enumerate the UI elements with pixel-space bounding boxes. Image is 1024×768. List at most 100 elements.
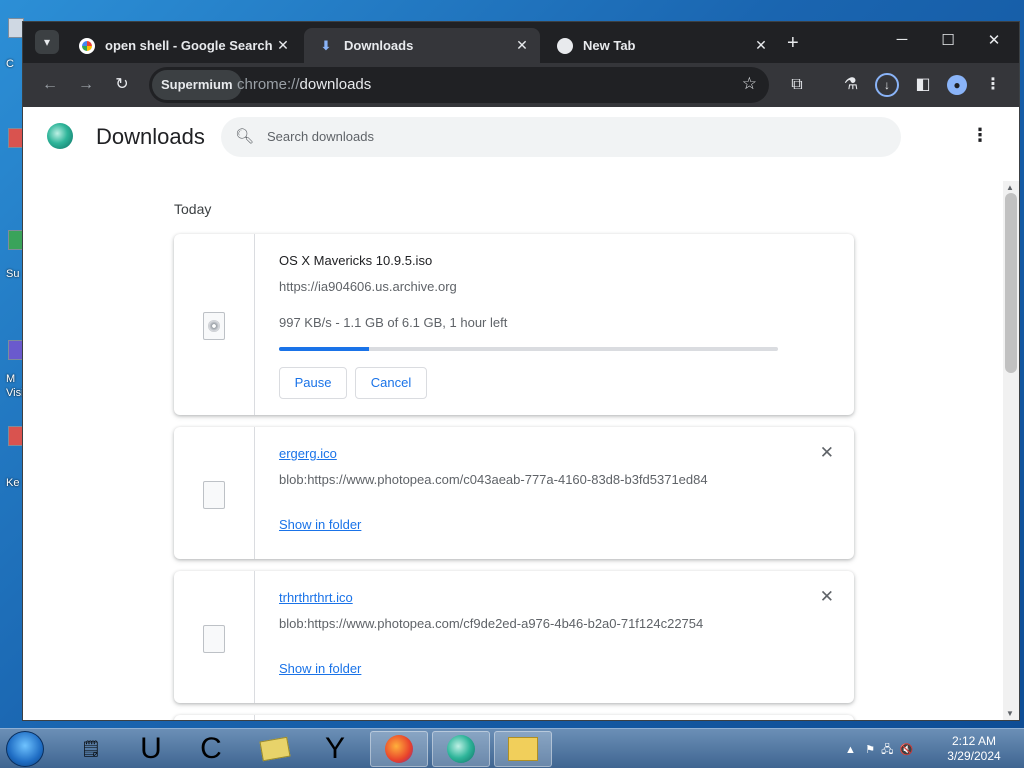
google-icon bbox=[79, 37, 95, 54]
download-card: trhrthrthrt.ico blob:https://www.photope… bbox=[174, 571, 854, 703]
new-tab-plus-icon[interactable]: + bbox=[787, 32, 799, 55]
extensions-puzzle-icon[interactable]: ⧉ bbox=[785, 73, 809, 97]
file-source-url: blob:https://www.photopea.com/c043aeab-7… bbox=[279, 472, 708, 487]
downloads-logo-icon bbox=[47, 123, 73, 149]
show-in-folder-link[interactable]: Show in folder bbox=[279, 517, 361, 532]
download-status: 997 KB/s - 1.1 GB of 6.1 GB, 1 hour left bbox=[279, 315, 508, 330]
download-progress-bar bbox=[279, 347, 778, 351]
download-card-partial bbox=[174, 715, 854, 720]
file-icon-column bbox=[174, 571, 255, 703]
generic-file-icon bbox=[203, 625, 225, 653]
action-center-flag-icon[interactable]: ⚑ bbox=[865, 744, 875, 756]
browser-toolbar: ← → ↻ Supermium chrome://downloads ☆ ⧉ ⚗… bbox=[23, 63, 1019, 107]
profile-avatar-icon[interactable]: ● bbox=[947, 75, 967, 95]
taskbar-firefox-icon[interactable] bbox=[370, 731, 428, 767]
downloads-page: Downloads 🔍︎ Search downloads ⋮ Today OS… bbox=[23, 107, 1019, 720]
desktop-icon-label: Ke bbox=[6, 477, 20, 489]
taskbar: 🗒 U C Y ▲ ⚑ 🖧 🔇 2:12 AM 3/29/2024 bbox=[0, 728, 1024, 768]
scroll-down-arrow-icon[interactable]: ▼ bbox=[1006, 709, 1014, 718]
firefox-icon bbox=[385, 735, 413, 763]
labs-flask-icon[interactable]: ⚗ bbox=[839, 73, 863, 97]
back-arrow-icon[interactable]: ← bbox=[39, 74, 61, 96]
file-source-url: https://ia904606.us.archive.org bbox=[279, 279, 457, 294]
forward-arrow-icon[interactable]: → bbox=[75, 74, 97, 96]
close-window-icon[interactable]: ✕ bbox=[971, 31, 1017, 49]
minimize-icon[interactable]: ─ bbox=[879, 31, 925, 48]
desktop-icon-label: Su bbox=[6, 268, 20, 280]
download-icon: ⬇ bbox=[320, 37, 332, 53]
file-name-link[interactable]: ergerg.ico bbox=[279, 446, 337, 461]
sticky-notes-icon bbox=[259, 736, 291, 762]
tab-title: New Tab bbox=[583, 38, 636, 53]
close-tab-icon[interactable]: ✕ bbox=[275, 37, 291, 54]
page-scrollbar[interactable]: ▲ ▼ bbox=[1003, 181, 1019, 720]
page-title: Downloads bbox=[96, 124, 205, 149]
file-name-link[interactable]: trhrthrthrt.ico bbox=[279, 590, 353, 605]
tab-strip: ▾ open shell - Google Search ✕ ⬇ Downloa… bbox=[23, 22, 1019, 63]
file-icon-column bbox=[174, 715, 255, 720]
site-info-chip[interactable]: Supermium bbox=[152, 70, 242, 100]
side-panel-icon[interactable]: ◧ bbox=[911, 73, 935, 97]
network-icon[interactable]: 🖧 bbox=[881, 744, 893, 756]
file-explorer-icon bbox=[508, 737, 538, 761]
show-in-folder-link[interactable]: Show in folder bbox=[279, 661, 361, 676]
progress-fill bbox=[279, 347, 369, 351]
desktop-icon-label: Visi bbox=[6, 387, 24, 399]
scrollbar-thumb[interactable] bbox=[1005, 193, 1017, 373]
browser-window: ▾ open shell - Google Search ✕ ⬇ Downloa… bbox=[22, 21, 1020, 721]
tab-google-search[interactable]: open shell - Google Search ✕ bbox=[65, 28, 301, 63]
url-text[interactable]: chrome://downloads bbox=[237, 76, 371, 93]
taskbar-app-c[interactable]: C bbox=[182, 731, 240, 767]
tab-title: Downloads bbox=[344, 38, 414, 53]
pause-button[interactable]: Pause bbox=[279, 367, 347, 399]
disc-image-file-icon bbox=[203, 312, 225, 340]
close-tab-icon[interactable]: ✕ bbox=[514, 37, 530, 54]
taskbar-folder-icon[interactable] bbox=[246, 731, 304, 767]
cancel-button[interactable]: Cancel bbox=[355, 367, 427, 399]
file-icon-column bbox=[174, 234, 255, 415]
tab-search-button[interactable]: ▾ bbox=[35, 30, 59, 54]
desktop-icon-label: M bbox=[6, 373, 16, 385]
chevron-down-icon: ▾ bbox=[43, 35, 51, 49]
browser-menu-icon[interactable]: ⋮ bbox=[981, 73, 1005, 97]
search-icon: 🔍︎ bbox=[235, 128, 255, 145]
tab-downloads[interactable]: ⬇ Downloads ✕ bbox=[304, 28, 540, 63]
taskbar-app-y[interactable]: Y bbox=[306, 731, 364, 767]
url-host: downloads bbox=[299, 76, 372, 93]
address-bar[interactable]: Supermium chrome://downloads ☆ bbox=[149, 67, 769, 103]
start-button[interactable] bbox=[6, 731, 44, 767]
search-input[interactable]: 🔍︎ Search downloads bbox=[221, 117, 901, 157]
taskbar-app-u[interactable]: U bbox=[122, 731, 180, 767]
generic-file-icon bbox=[203, 481, 225, 509]
clock-time: 2:12 AM bbox=[951, 734, 997, 748]
reload-icon[interactable]: ↻ bbox=[111, 74, 133, 96]
volume-icon[interactable]: 🔇 bbox=[899, 744, 913, 756]
taskbar-notepad-icon[interactable]: 🗒 bbox=[62, 731, 120, 767]
tray-expand-icon[interactable]: ▲ bbox=[845, 744, 856, 756]
supermium-icon bbox=[447, 735, 475, 763]
download-card: ergerg.ico blob:https://www.photopea.com… bbox=[174, 427, 854, 559]
more-actions-icon[interactable]: ⋮ bbox=[971, 125, 989, 146]
maximize-icon[interactable]: ☐ bbox=[925, 31, 971, 49]
remove-download-icon[interactable]: ✕ bbox=[820, 443, 834, 463]
remove-download-icon[interactable]: ✕ bbox=[820, 587, 834, 607]
download-card: OS X Mavericks 10.9.5.iso https://ia9046… bbox=[174, 234, 854, 415]
tab-new-tab[interactable]: New Tab ✕ bbox=[543, 28, 779, 63]
file-icon-column bbox=[174, 427, 255, 559]
page-header: Downloads 🔍︎ Search downloads ⋮ bbox=[23, 107, 1019, 165]
file-source-url: blob:https://www.photopea.com/cf9de2ed-a… bbox=[279, 616, 704, 631]
taskbar-explorer-icon[interactable] bbox=[494, 731, 552, 767]
downloads-indicator-icon[interactable]: ↓ bbox=[875, 73, 899, 97]
desktop-icon-label: C bbox=[6, 58, 14, 70]
file-name: OS X Mavericks 10.9.5.iso bbox=[279, 253, 433, 268]
date-section-title: Today bbox=[174, 201, 212, 217]
scroll-up-arrow-icon[interactable]: ▲ bbox=[1006, 183, 1014, 192]
search-placeholder: Search downloads bbox=[267, 129, 374, 144]
close-tab-icon[interactable]: ✕ bbox=[753, 37, 769, 54]
bookmark-star-icon[interactable]: ☆ bbox=[742, 74, 757, 94]
taskbar-clock[interactable]: 2:12 AM 3/29/2024 bbox=[944, 734, 1004, 764]
system-tray: ▲ ⚑ 🖧 🔇 bbox=[845, 741, 913, 760]
taskbar-supermium-icon[interactable] bbox=[432, 731, 490, 767]
clock-date: 3/29/2024 bbox=[947, 749, 1001, 763]
downloads-list: Today OS X Mavericks 10.9.5.iso https://… bbox=[174, 201, 854, 720]
